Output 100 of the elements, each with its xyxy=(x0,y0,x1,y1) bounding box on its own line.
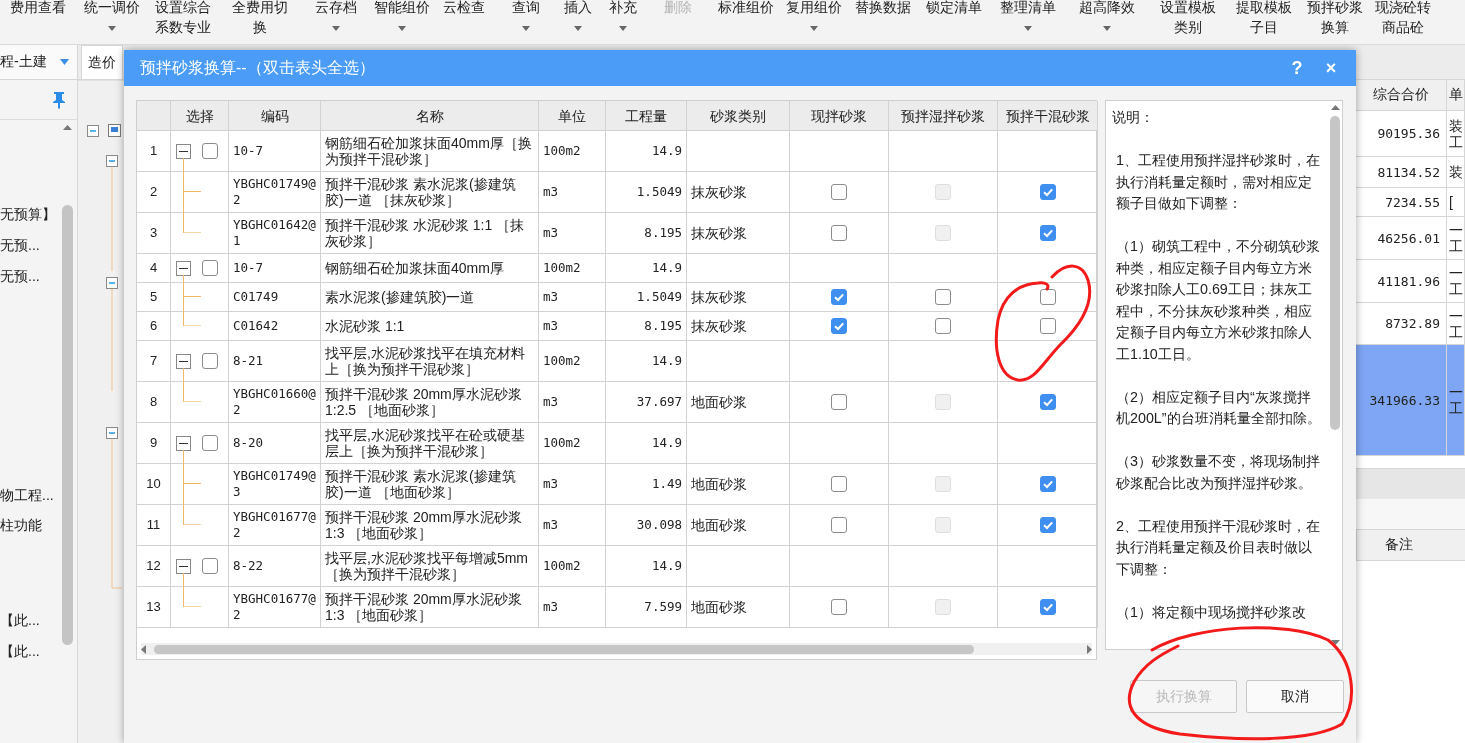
toolbar-button[interactable]: 预拌砂浆换算 xyxy=(1300,0,1369,45)
toolbar-button[interactable]: 全费用切换 xyxy=(219,0,300,45)
checkbox[interactable] xyxy=(1039,318,1056,334)
toolbar-button[interactable]: 标准组价 xyxy=(710,0,781,45)
checkbox[interactable] xyxy=(1039,225,1056,241)
toolbar-button[interactable]: 插入 xyxy=(555,0,600,45)
checkbox[interactable] xyxy=(1039,517,1056,533)
row-number: 3 xyxy=(137,213,171,254)
toolbar-button[interactable]: 替换数据 xyxy=(847,0,918,45)
toolbar-button[interactable]: 整理清单 xyxy=(990,0,1066,45)
tree-item[interactable]: 无预... xyxy=(0,234,61,256)
column-header[interactable]: 现拌砂浆 xyxy=(790,101,889,131)
checkbox[interactable] xyxy=(1039,476,1056,492)
cancel-button[interactable]: 取消 xyxy=(1246,680,1344,713)
project-dropdown[interactable]: 程-土建 xyxy=(0,45,78,79)
tree-item[interactable]: 柱功能 xyxy=(0,514,61,536)
scroll-right-icon[interactable] xyxy=(1087,644,1092,654)
checkbox[interactable] xyxy=(831,225,847,241)
toolbar-button[interactable]: 复用组价 xyxy=(781,0,847,45)
toolbar-button[interactable]: 锁定清单 xyxy=(918,0,990,45)
checkbox[interactable] xyxy=(202,260,218,276)
tree-item[interactable]: 物工程... xyxy=(0,484,61,506)
table-cell: 钢筋细石砼加浆抹面40mm厚［换为预拌干混砂浆］ xyxy=(321,131,539,172)
checkbox[interactable] xyxy=(831,318,847,334)
caret-icon xyxy=(522,26,530,31)
table-cell: 抹灰砂浆 xyxy=(687,213,790,254)
column-header[interactable]: 单位 xyxy=(539,101,606,131)
checkbox[interactable] xyxy=(831,184,847,200)
checkbox[interactable] xyxy=(831,599,847,615)
checkbox[interactable] xyxy=(831,476,847,492)
column-header[interactable]: 单 xyxy=(1447,80,1465,110)
checkbox[interactable] xyxy=(831,517,847,533)
tree-item[interactable]: 无预... xyxy=(0,265,61,287)
table-cell: YBGHC01642@1 xyxy=(229,213,321,254)
column-header[interactable]: 备注 xyxy=(1356,529,1465,561)
caret-icon xyxy=(332,26,340,31)
tab[interactable]: 造价 xyxy=(81,45,123,79)
table-cell: YBGHC01677@2 xyxy=(229,587,321,628)
column-header[interactable]: 编码 xyxy=(229,101,321,131)
toolbar-button[interactable]: 提取模板子目 xyxy=(1227,0,1300,45)
row-number: 1 xyxy=(137,131,171,172)
collapse-icon[interactable] xyxy=(176,354,191,369)
note-paragraph: （1）砌筑工程中，不分砌筑砂浆种类，相应定额子目内每立方米砂浆扣除人工0.69工日；抹灰工程中，不分抹灰砂浆种类，相应定额子目内每立方米砂浆扣除人工1.10工日。 xyxy=(1115,237,1321,364)
toolbar-button[interactable]: 超高降效 xyxy=(1066,0,1148,45)
toolbar-button[interactable]: 设置模板类别 xyxy=(1148,0,1227,45)
table-cell: 预拌干混砂浆 20mm厚水泥砂浆 1:2.5 ［地面砂浆］ xyxy=(321,382,539,423)
caret-icon xyxy=(1103,26,1111,31)
collapse-icon[interactable] xyxy=(176,261,191,276)
note-paragraph: 1、工程使用预拌湿拌砂浆时，在执行消耗量定额时，需对相应定额子目做如下调整： xyxy=(1115,151,1321,213)
toolbar-button[interactable]: 查询 xyxy=(497,0,555,45)
checkbox[interactable] xyxy=(831,394,847,410)
table-cell: 一工 xyxy=(1447,303,1465,344)
column-header[interactable]: 选择 xyxy=(171,101,229,131)
checkbox[interactable] xyxy=(935,289,951,305)
tree-item[interactable]: 【此... xyxy=(0,609,61,631)
tree-item[interactable]: 【此... xyxy=(0,640,61,662)
scroll-down-icon[interactable] xyxy=(1330,640,1340,645)
toolbar-button[interactable]: 设置综合系数专业 xyxy=(147,0,219,45)
row-number: 5 xyxy=(137,283,171,312)
horizontal-scrollbar[interactable] xyxy=(141,643,1092,655)
column-header[interactable]: 名称 xyxy=(321,101,539,131)
table-cell: m3 xyxy=(539,312,606,341)
table-cell: 抹灰砂浆 xyxy=(687,172,790,213)
toolbar-button[interactable]: 智能组价 xyxy=(372,0,431,45)
collapse-icon[interactable] xyxy=(176,144,191,159)
checkbox[interactable] xyxy=(202,435,218,451)
toolbar-button[interactable]: 现浇砼转商品砼 xyxy=(1369,0,1437,45)
column-header[interactable]: 砂浆类别 xyxy=(687,101,790,131)
toolbar-button[interactable]: 补充 xyxy=(600,0,646,45)
toolbar-button[interactable]: 费用查看 xyxy=(0,0,76,45)
note-paragraph: （1）将定额中现场搅拌砂浆改 xyxy=(1115,602,1307,622)
checkbox[interactable] xyxy=(1039,184,1056,200)
scroll-up-icon[interactable] xyxy=(63,125,72,130)
tree-item[interactable]: 无预算】 xyxy=(0,203,61,225)
column-header[interactable]: 预拌湿拌砂浆 xyxy=(889,101,998,131)
column-header[interactable]: 工程量 xyxy=(606,101,687,131)
scroll-left-icon[interactable] xyxy=(141,644,146,654)
toolbar-button[interactable]: 统一调价 xyxy=(76,0,147,45)
column-header[interactable]: 预拌干混砂浆 xyxy=(998,101,1098,131)
collapse-icon[interactable] xyxy=(176,436,191,451)
checkbox[interactable] xyxy=(1039,599,1056,615)
checkbox[interactable] xyxy=(202,143,218,159)
note-paragraph: （3）砂浆数量不变，将现场制拌砂浆配合比改为预拌湿拌砂浆。 xyxy=(1115,452,1321,493)
pin-icon[interactable] xyxy=(51,90,67,109)
table-cell: 一工 xyxy=(1447,217,1465,259)
checkbox[interactable] xyxy=(1039,394,1056,410)
table-cell: 抹灰砂浆 xyxy=(687,283,790,312)
checkbox[interactable] xyxy=(1039,289,1056,305)
scroll-up-icon[interactable] xyxy=(1330,105,1340,110)
toolbar-button[interactable]: 云存档 xyxy=(300,0,372,45)
table-cell: 14.9 xyxy=(606,254,687,283)
table-cell: 预拌干混砂浆 水泥砂浆 1:1 ［抹灰砂浆］ xyxy=(321,213,539,254)
collapse-icon[interactable] xyxy=(176,559,191,574)
checkbox[interactable] xyxy=(202,353,218,369)
dialog-title: 预拌砂浆换算--（双击表头全选） xyxy=(140,57,376,78)
checkbox[interactable] xyxy=(202,558,218,574)
checkbox[interactable] xyxy=(831,289,847,305)
toolbar-button[interactable]: 云检查 xyxy=(431,0,497,45)
checkbox[interactable] xyxy=(935,318,951,334)
table-cell: 1.5049 xyxy=(606,283,687,312)
